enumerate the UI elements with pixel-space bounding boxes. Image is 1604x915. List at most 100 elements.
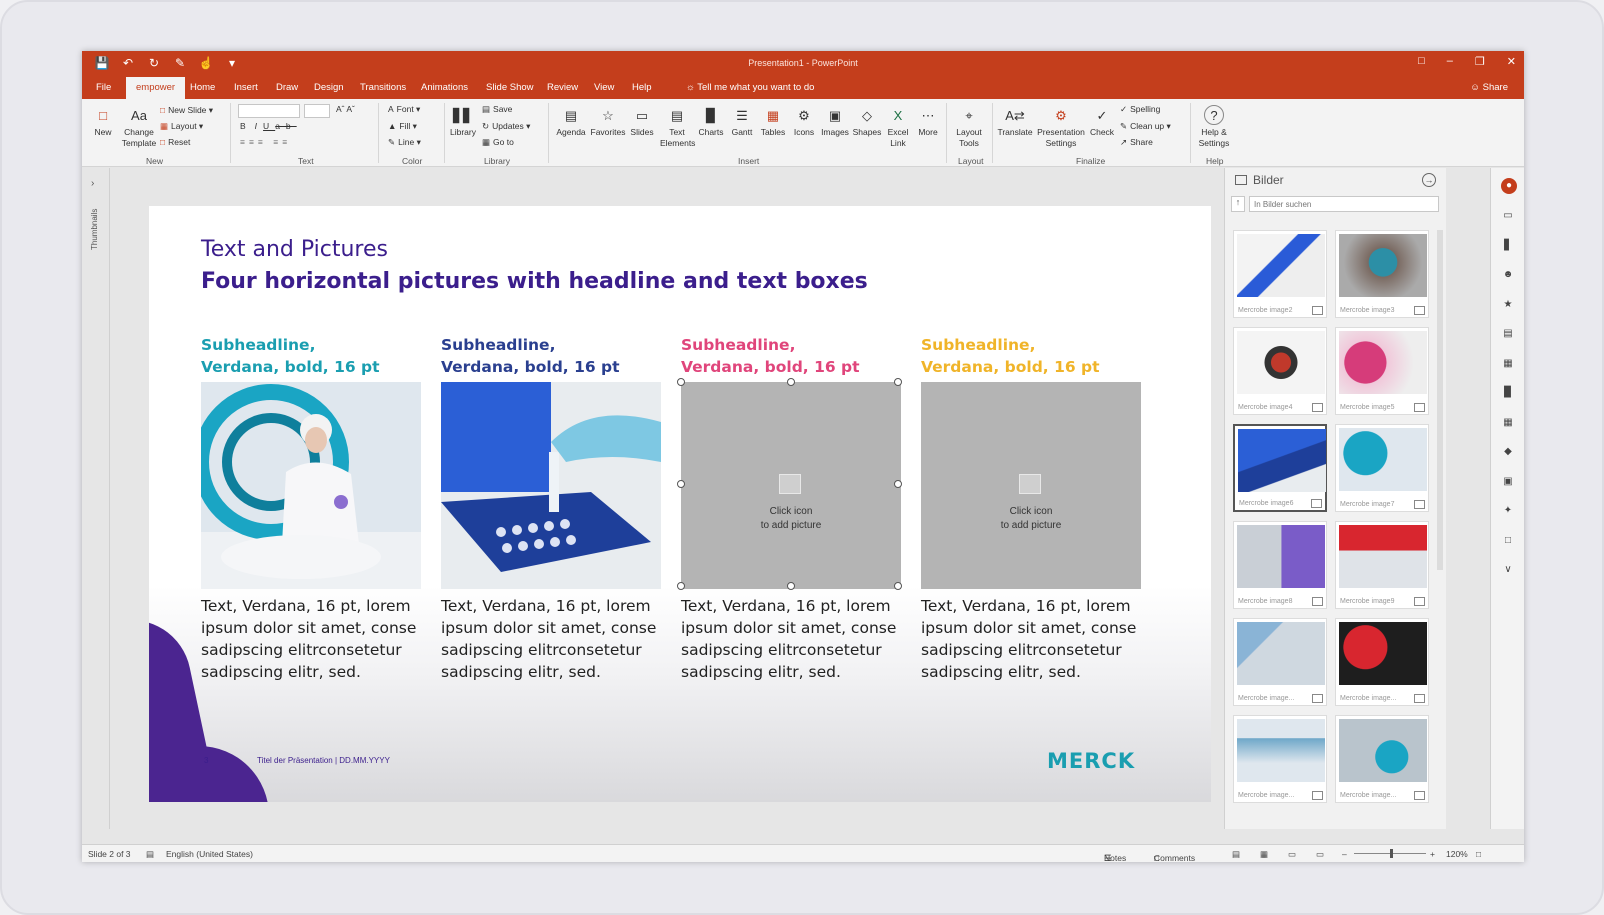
image-tile[interactable]: Mercrobe image5 bbox=[1335, 327, 1429, 415]
people-icon[interactable]: ☻ bbox=[1501, 269, 1515, 281]
slideshow-icon[interactable]: ▭ bbox=[1316, 849, 1324, 860]
presentation-settings-button[interactable]: ⚙ Presentation Settings bbox=[1036, 105, 1086, 149]
image-tile[interactable]: Mercrobe image... bbox=[1335, 715, 1429, 803]
slide-canvas[interactable]: Text and Pictures Four horizontal pictur… bbox=[149, 206, 1211, 802]
empower-logo-icon[interactable]: ● bbox=[1501, 178, 1517, 194]
column-body-text[interactable]: Text, Verdana, 16 pt, lorem ipsum dolor … bbox=[441, 595, 661, 683]
zoom-in-icon[interactable]: + bbox=[1430, 849, 1435, 859]
excel-link-button[interactable]: X Excel Link bbox=[884, 105, 912, 149]
resize-handle[interactable] bbox=[787, 378, 795, 386]
star-icon[interactable]: ★ bbox=[1501, 299, 1515, 311]
pane-forward-icon[interactable]: → bbox=[1422, 173, 1436, 187]
tab-empower[interactable]: empower bbox=[126, 77, 186, 99]
tell-me-box[interactable]: ☼ Tell me what you want to do bbox=[686, 82, 814, 93]
go-to-button[interactable]: ▦ Go to bbox=[482, 137, 514, 148]
collapse-icon[interactable]: ∨ bbox=[1501, 564, 1515, 576]
zoom-out-icon[interactable]: – bbox=[1342, 849, 1347, 859]
resize-handle[interactable] bbox=[787, 582, 795, 590]
tab-slide-show[interactable]: Slide Show bbox=[486, 82, 534, 93]
tab-draw[interactable]: Draw bbox=[276, 82, 298, 93]
font-color-button[interactable]: A Font ▾ bbox=[388, 104, 420, 115]
library-icon[interactable]: ▋ bbox=[1501, 240, 1515, 252]
content-column-1[interactable]: Subheadline, Verdana, bold, 16 pt Text, V… bbox=[201, 334, 421, 683]
slides-button[interactable]: ▭ Slides bbox=[628, 105, 656, 138]
change-template-button[interactable]: Aa Change Template bbox=[120, 105, 158, 149]
text-block-icon[interactable]: ▤ bbox=[1501, 328, 1515, 340]
image-tile[interactable]: Mercrobe image... bbox=[1335, 618, 1429, 706]
picture-icon[interactable]: ▣ bbox=[1501, 476, 1515, 488]
column-body-text[interactable]: Text, Verdana, 16 pt, lorem ipsum dolor … bbox=[201, 595, 421, 683]
content-column-2[interactable]: Subheadline, Verdana, bold, 16 pt Text, V… bbox=[441, 334, 661, 683]
image-tile[interactable]: Mercrobe image9 bbox=[1335, 521, 1429, 609]
minimize-icon[interactable]: – bbox=[1447, 55, 1453, 68]
maximize-icon[interactable]: ❐ bbox=[1475, 55, 1485, 68]
icons-button[interactable]: ⚙ Icons bbox=[790, 105, 818, 138]
slides-icon[interactable]: ▭ bbox=[1501, 210, 1515, 222]
column-headline[interactable]: Subheadline, Verdana, bold, 16 pt bbox=[441, 334, 661, 382]
resize-handle[interactable] bbox=[894, 480, 902, 488]
column-headline[interactable]: Subheadline, Verdana, bold, 16 pt bbox=[201, 334, 421, 382]
insert-picture-icon[interactable] bbox=[1019, 474, 1041, 494]
resize-handle[interactable] bbox=[894, 582, 902, 590]
fill-button[interactable]: ▲ Fill ▾ bbox=[388, 121, 417, 132]
images-button[interactable]: ▣ Images bbox=[820, 105, 850, 138]
tab-view[interactable]: View bbox=[594, 82, 614, 93]
image-tile[interactable]: Mercrobe image3 bbox=[1335, 230, 1429, 318]
normal-view-icon[interactable]: ▤ bbox=[1232, 849, 1240, 860]
image-tile[interactable]: Mercrobe image2 bbox=[1233, 230, 1327, 318]
slide-subtitle[interactable]: Four horizontal pictures with headline a… bbox=[201, 269, 868, 294]
share-ribbon-button[interactable]: ↗ Share bbox=[1120, 137, 1153, 148]
translate-button[interactable]: A⇄ Translate bbox=[996, 105, 1034, 138]
gantt-button[interactable]: ☰ Gantt bbox=[728, 105, 756, 138]
fit-slide-icon[interactable]: □ bbox=[1476, 849, 1481, 859]
shapes-button[interactable]: ◇ Shapes bbox=[852, 105, 882, 138]
tab-help[interactable]: Help bbox=[632, 82, 652, 93]
column-headline[interactable]: Subheadline, Verdana, bold, 16 pt bbox=[921, 334, 1141, 382]
image-tile[interactable]: Mercrobe image4 bbox=[1233, 327, 1327, 415]
slide-title[interactable]: Text and Pictures bbox=[201, 237, 388, 262]
picture-placeholder[interactable]: Click icon to add picture bbox=[921, 382, 1141, 589]
reset-button[interactable]: □ Reset bbox=[160, 137, 190, 147]
font-size-field[interactable] bbox=[304, 104, 330, 118]
text-elements-button[interactable]: ▤ Text Elements bbox=[660, 105, 695, 149]
language-status[interactable]: English (United States) bbox=[166, 849, 253, 859]
resize-handle[interactable] bbox=[677, 378, 685, 386]
image-tile[interactable]: Mercrobe image8 bbox=[1233, 521, 1327, 609]
save-button[interactable]: ▤ Save bbox=[482, 104, 512, 115]
close-icon[interactable]: ✕ bbox=[1507, 55, 1516, 68]
picture-placeholder-selected[interactable]: Click icon to add picture bbox=[681, 382, 901, 589]
image-tile[interactable]: Mercrobe image... bbox=[1233, 715, 1327, 803]
check-button[interactable]: ✓ Check bbox=[1088, 105, 1116, 138]
resize-handle[interactable] bbox=[677, 480, 685, 488]
layout-icon[interactable]: ▦ bbox=[1501, 358, 1515, 370]
spelling-button[interactable]: ✓ Spelling bbox=[1120, 104, 1160, 115]
zoom-level[interactable]: 120% bbox=[1446, 849, 1468, 859]
content-column-4[interactable]: Subheadline, Verdana, bold, 16 pt Click i… bbox=[921, 334, 1141, 683]
image-tile[interactable]: Mercrobe image... bbox=[1233, 618, 1327, 706]
charts-button[interactable]: ▉ Charts bbox=[696, 105, 726, 138]
font-name-field[interactable] bbox=[238, 104, 300, 118]
pane-scrollbar[interactable] bbox=[1437, 230, 1443, 570]
chart-icon[interactable]: ▉ bbox=[1501, 387, 1515, 399]
agenda-button[interactable]: ▤ Agenda bbox=[554, 105, 588, 138]
zoom-slider-thumb[interactable] bbox=[1390, 849, 1393, 858]
tab-insert[interactable]: Insert bbox=[234, 82, 258, 93]
puzzle-icon[interactable]: ✦ bbox=[1501, 505, 1515, 517]
tab-review[interactable]: Review bbox=[547, 82, 578, 93]
content-column-3[interactable]: Subheadline, Verdana, bold, 16 pt Click i… bbox=[681, 334, 901, 683]
new-button[interactable]: □ New bbox=[90, 105, 116, 138]
reading-view-icon[interactable]: ▭ bbox=[1288, 849, 1296, 860]
paragraph-buttons[interactable]: ≡≡≡ ≡≡ bbox=[240, 137, 291, 147]
library-button[interactable]: ▋▋ Library bbox=[448, 105, 478, 138]
tables-button[interactable]: ▦ Tables bbox=[758, 105, 788, 138]
slide-sorter-icon[interactable]: ▦ bbox=[1260, 849, 1268, 860]
tab-animations[interactable]: Animations bbox=[421, 82, 468, 93]
column-body-text[interactable]: Text, Verdana, 16 pt, lorem ipsum dolor … bbox=[921, 595, 1141, 683]
more-button[interactable]: ⋯ More bbox=[914, 105, 942, 138]
tab-design[interactable]: Design bbox=[314, 82, 344, 93]
ribbon-display-icon[interactable]: □ bbox=[1418, 55, 1425, 68]
table-icon[interactable]: ▦ bbox=[1501, 417, 1515, 429]
image-tile[interactable]: Mercrobe image7 bbox=[1335, 424, 1429, 512]
insert-picture-icon[interactable] bbox=[779, 474, 801, 494]
format-buttons[interactable]: B IUab bbox=[240, 121, 297, 131]
